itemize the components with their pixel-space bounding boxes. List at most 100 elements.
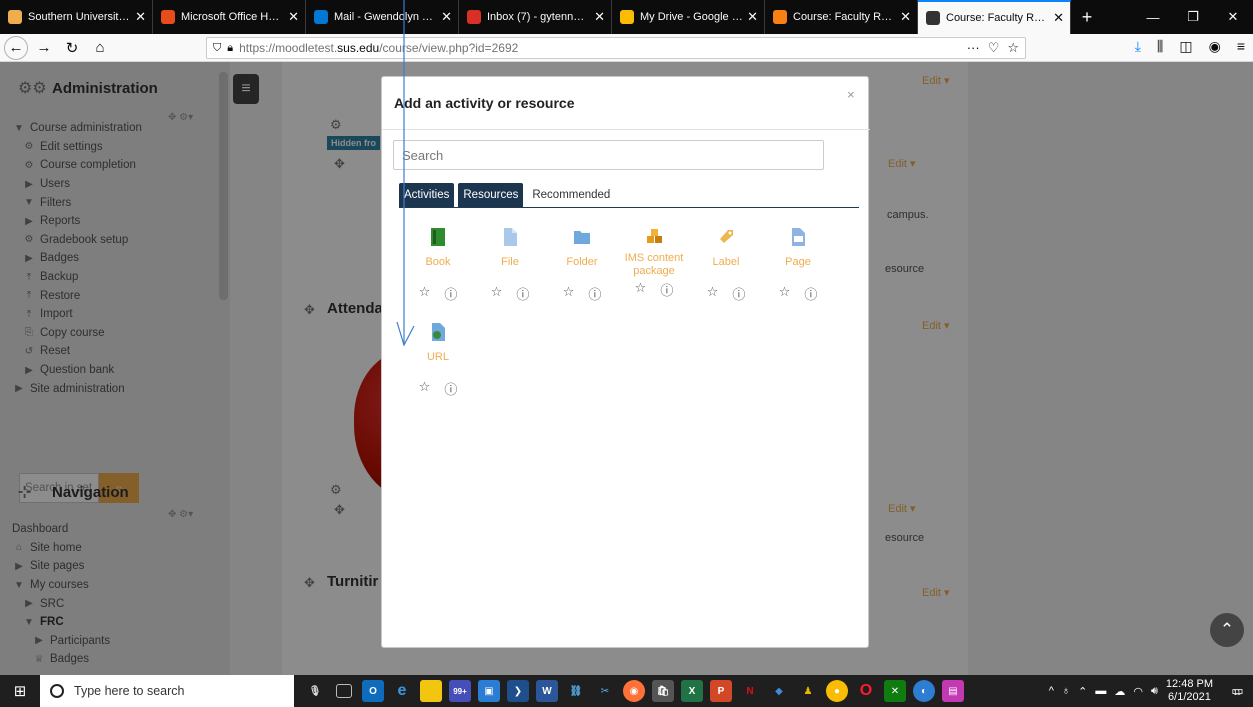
module-tile[interactable]: Page ☆ ⓘ [765, 227, 831, 303]
pocket-icon[interactable]: ♡ [988, 40, 1000, 56]
close-tab-icon[interactable]: ✕ [594, 9, 605, 25]
cortana-icon [50, 684, 64, 698]
clock[interactable]: 12:48 PM 6/1/2021 [1166, 678, 1213, 704]
edge-icon[interactable]: e [391, 680, 413, 702]
show-hidden-icon[interactable]: ⌃ [1078, 685, 1087, 698]
info-icon[interactable]: ⓘ [444, 379, 457, 398]
firefox-icon[interactable]: ◉ [623, 680, 645, 702]
volume-icon[interactable]: 🔊︎ [1151, 685, 1158, 698]
sidebar-icon[interactable]: ◫ [1179, 38, 1192, 55]
close-tab-icon[interactable]: ✕ [288, 9, 299, 25]
module-name[interactable]: Folder [549, 256, 615, 282]
info-icon[interactable]: ⓘ [588, 284, 601, 303]
search-input[interactable]: Search [393, 140, 824, 170]
microphone-icon[interactable]: 🎙︎ [304, 680, 326, 702]
module-tile[interactable]: Label ☆ ⓘ [693, 227, 759, 303]
info-icon[interactable]: ⓘ [804, 284, 817, 303]
wifi-icon[interactable]: ◠ [1133, 685, 1143, 698]
store-icon[interactable]: 🛍︎ [652, 680, 674, 702]
module-name[interactable]: URL [405, 351, 471, 377]
close-tab-icon[interactable]: ✕ [747, 9, 758, 25]
browser-tab[interactable]: Inbox (7) - gytennell@g ✕ [459, 0, 612, 34]
account-icon[interactable]: ◉ [1209, 38, 1221, 55]
taskbar-search[interactable]: Type here to search [40, 675, 294, 707]
word-icon[interactable]: W [536, 680, 558, 702]
restore-button[interactable]: ❐ [1173, 0, 1213, 34]
module-name[interactable]: File [477, 256, 543, 282]
close-tab-icon[interactable]: ✕ [441, 9, 452, 25]
module-name[interactable]: Book [405, 256, 471, 282]
info-icon[interactable]: ⓘ [660, 280, 673, 299]
home-button[interactable]: ⌂ [88, 36, 112, 60]
people-icon[interactable]: ♁ [1062, 685, 1070, 697]
minimize-button[interactable]: — [1133, 0, 1173, 34]
module-tile[interactable]: Folder ☆ ⓘ [549, 227, 615, 303]
forward-button[interactable]: → [32, 36, 56, 60]
app-icon[interactable]: ♟ [797, 680, 819, 702]
excel-icon[interactable]: X [681, 680, 703, 702]
new-tab-button[interactable]: + [1071, 0, 1103, 34]
photos-icon[interactable]: ▤ [942, 680, 964, 702]
chrome-icon[interactable]: ● [826, 680, 848, 702]
close-window-button[interactable]: ✕ [1213, 0, 1253, 34]
chevron-up-icon[interactable]: ^ [1049, 685, 1054, 697]
menu-icon[interactable]: ≡ [1237, 38, 1245, 55]
task-view-icon[interactable] [336, 684, 352, 698]
opera-icon[interactable]: O [855, 680, 877, 702]
powerpoint-icon[interactable]: P [710, 680, 732, 702]
snip-icon[interactable]: ✂ [594, 680, 616, 702]
back-button[interactable]: ← [4, 35, 28, 60]
module-tile[interactable]: File ☆ ⓘ [477, 227, 543, 303]
app-icon[interactable]: ◆ [768, 680, 790, 702]
star-icon[interactable]: ☆ [779, 284, 791, 303]
app-icon[interactable]: ◐ [913, 680, 935, 702]
module-tile[interactable]: URL ☆ ⓘ [405, 322, 471, 398]
chooser-tab[interactable]: Activities [399, 183, 455, 207]
network-icon[interactable]: ⛓ [565, 680, 587, 702]
close-tab-icon[interactable]: ✕ [135, 9, 146, 25]
module-name[interactable]: Page [765, 256, 831, 282]
info-icon[interactable]: ⓘ [444, 284, 457, 303]
browser-tab[interactable]: Southern University Shre ✕ [0, 0, 153, 34]
star-icon[interactable]: ☆ [635, 280, 647, 299]
teams-icon[interactable]: 99+ [449, 680, 471, 702]
reload-button[interactable]: ↻ [60, 36, 84, 60]
file-explorer-icon[interactable] [420, 680, 442, 702]
outlook-icon[interactable]: O [362, 680, 384, 702]
scroll-to-top-button[interactable]: ⌃ [1210, 613, 1244, 647]
netflix-icon[interactable]: N [739, 680, 761, 702]
app-icon[interactable]: ▣ [478, 680, 500, 702]
browser-tab[interactable]: Microsoft Office Home ✕ [153, 0, 306, 34]
downloads-icon[interactable]: ⤓ [1135, 38, 1141, 55]
page-actions-button[interactable]: ··· [967, 40, 980, 56]
address-bar[interactable]: ⛉ 🔒︎ https://moodletest. sus.edu/course/v… [206, 37, 1026, 59]
close-tab-icon[interactable]: ✕ [1053, 10, 1064, 26]
bookmark-star-icon[interactable]: ☆ [1007, 40, 1019, 56]
library-icon[interactable]: ⫼ [1157, 38, 1163, 55]
browser-tab[interactable]: My Drive - Google Drive✕ [612, 0, 765, 34]
notification-icon[interactable]: ▭ 11 [1225, 681, 1247, 701]
close-tab-icon[interactable]: ✕ [900, 9, 911, 25]
chooser-tab[interactable]: Recommended [527, 183, 615, 207]
xbox-icon[interactable]: ✕ [884, 680, 906, 702]
browser-tab[interactable]: Course: Faculty Resource ✕ [918, 0, 1071, 34]
star-icon[interactable]: ☆ [419, 284, 431, 303]
module-name[interactable]: Label [693, 256, 759, 282]
battery-icon[interactable]: ▬ [1095, 685, 1106, 697]
star-icon[interactable]: ☆ [419, 379, 431, 398]
star-icon[interactable]: ☆ [707, 284, 719, 303]
onedrive-icon[interactable]: ☁ [1114, 685, 1125, 698]
star-icon[interactable]: ☆ [563, 284, 575, 303]
star-icon[interactable]: ☆ [491, 284, 503, 303]
module-tile[interactable]: IMS content package ☆ ⓘ [621, 227, 687, 299]
start-button[interactable]: ⊞ [0, 675, 40, 707]
close-icon[interactable]: × [847, 87, 855, 102]
info-icon[interactable]: ⓘ [732, 284, 745, 303]
module-tile[interactable]: Book ☆ ⓘ [405, 227, 471, 303]
powershell-icon[interactable]: ❯ [507, 680, 529, 702]
info-icon[interactable]: ⓘ [516, 284, 529, 303]
chooser-tab[interactable]: Resources [458, 183, 524, 207]
browser-tab[interactable]: Course: Faculty Resource ✕ [765, 0, 918, 34]
browser-tab[interactable]: Mail - Gwendolyn Tenne ✕ [306, 0, 459, 34]
module-name[interactable]: IMS content package [621, 252, 687, 278]
